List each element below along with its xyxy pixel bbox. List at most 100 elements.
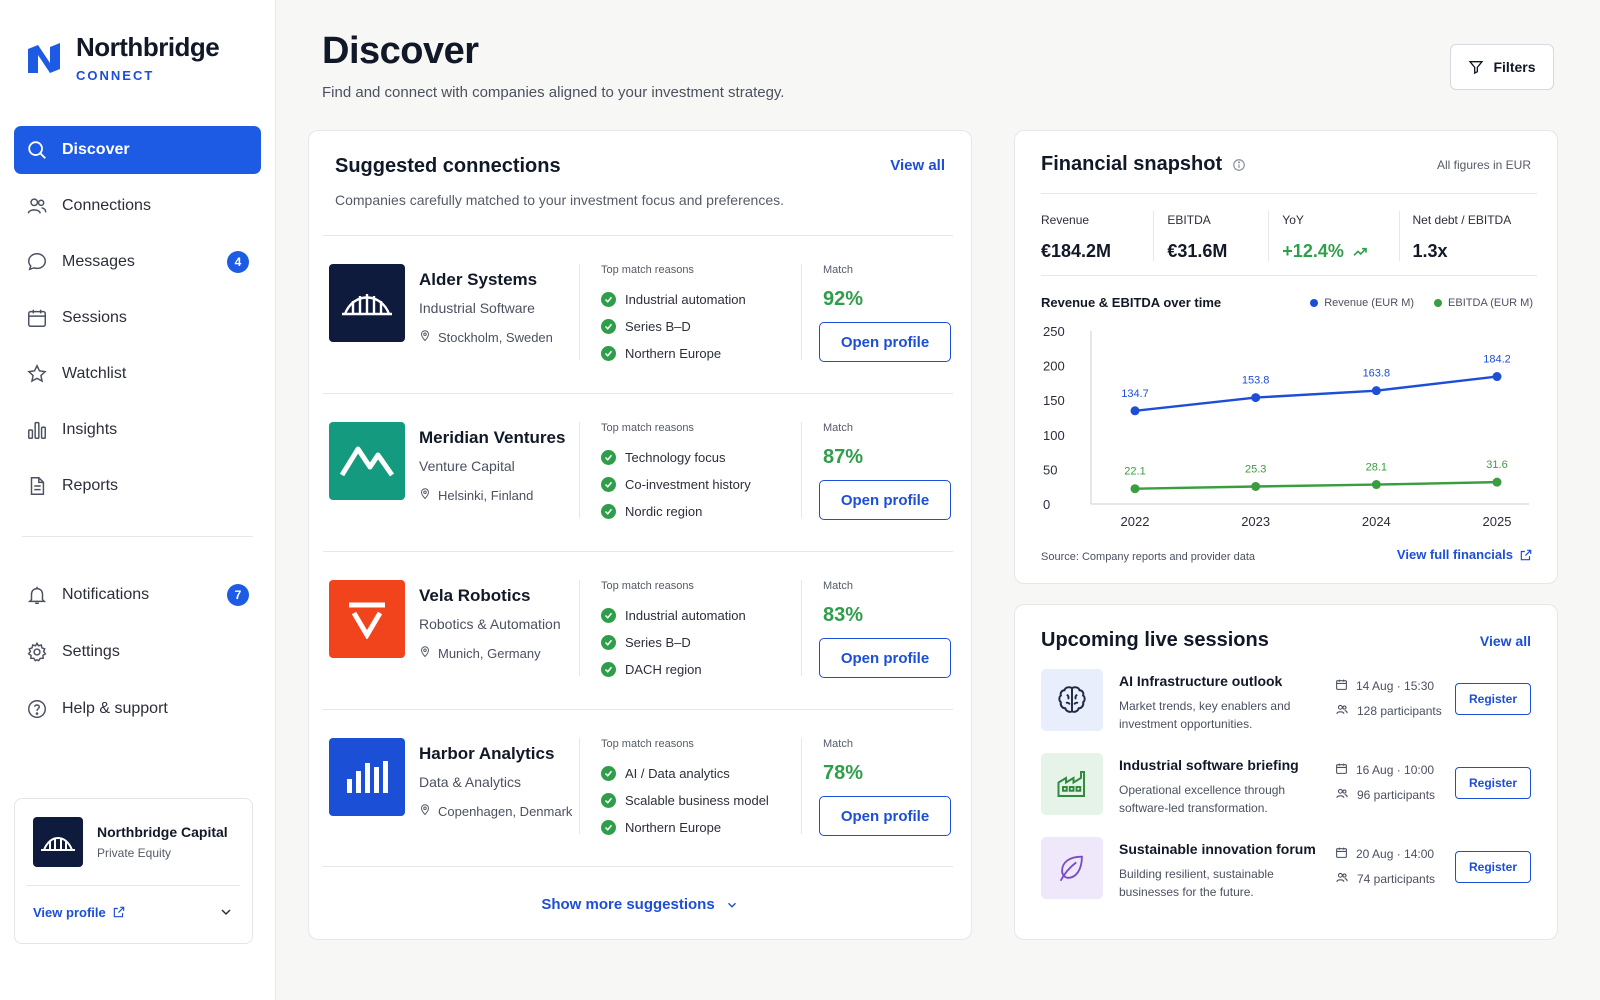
company-location: Munich, Germany [419,645,541,661]
nav-item-insights[interactable]: Insights [14,406,261,454]
match-label: Match [823,422,853,434]
match-reasons: Top match reasons Industrial automation Se… [601,264,746,367]
location-pin-icon [419,329,431,345]
suggested-connections-card: Suggested connections View all Companies… [308,130,972,940]
view-profile-link[interactable]: View profile [33,905,126,920]
register-button[interactable]: Register [1455,767,1531,799]
star-icon [26,363,48,385]
session-title[interactable]: AI Infrastructure outlook [1119,673,1282,689]
company-logo-icon [329,738,405,816]
suggested-subtitle: Companies carefully matched to your inve… [335,192,785,208]
reasons-label: Top match reasons [601,580,694,592]
show-more-suggestions-button[interactable]: Show more suggestions [309,896,971,913]
match-percent: 83% [823,604,864,626]
brain-icon [1041,669,1103,731]
view-full-financials-link[interactable]: View full financials [1397,547,1533,562]
open-profile-button[interactable]: Open profile [819,322,951,362]
org-name: Northbridge Capital [97,824,228,840]
company-name[interactable]: Alder Systems [419,270,537,290]
nav-item-settings[interactable]: Settings [14,628,261,676]
company-location: Stockholm, Sweden [419,329,553,345]
metric-label: Net debt / EBITDA [1412,213,1512,227]
data-point[interactable] [1251,393,1261,403]
data-point[interactable] [1251,481,1261,491]
company-name[interactable]: Meridian Ventures [419,428,565,448]
calendar-icon [1335,846,1348,862]
match-reason: Series B–D [601,313,746,340]
session-date: 20 Aug · 14:00 [1335,841,1435,866]
calendar-icon [1335,678,1348,694]
location-pin-icon [419,803,431,819]
metric-value: 1.3x [1412,241,1448,261]
session-description: Operational excellence through software-… [1119,783,1286,815]
open-profile-button[interactable]: Open profile [819,796,951,836]
data-point[interactable] [1130,406,1140,416]
company-industry: Industrial Software [419,300,535,316]
location-pin-icon [419,487,431,503]
reason-text: Series B–D [625,319,691,334]
notifications-count-badge: 7 [227,584,249,606]
nav-label: Insights [62,421,118,438]
divider [579,264,580,360]
financial-title: Financial snapshot [1041,153,1223,175]
reason-text: Technology focus [625,450,726,465]
nav-item-watchlist[interactable]: Watchlist [14,350,261,398]
match-label: Match [823,580,853,592]
nav-item-reports[interactable]: Reports [14,462,261,510]
session-title[interactable]: Industrial software briefing [1119,757,1299,773]
users-icon [1335,871,1349,887]
nav-label: Messages [62,253,135,270]
data-label: 163.8 [1363,368,1391,380]
y-tick-label: 100 [1043,428,1065,443]
nav-item-notifications[interactable]: Notifications 7 [14,571,261,619]
register-button[interactable]: Register [1455,851,1531,883]
chevron-down-icon[interactable] [218,904,234,920]
company-name[interactable]: Vela Robotics [419,586,530,606]
sessions-view-all-link[interactable]: View all [1480,633,1531,649]
data-label: 25.3 [1245,463,1266,475]
session-title[interactable]: Sustainable innovation forum [1119,841,1316,857]
calendar-icon [26,307,48,329]
nav-item-connections[interactable]: Connections [14,182,261,230]
data-point[interactable] [1492,372,1502,382]
brand[interactable]: Northbridge CONNECT [26,34,220,83]
check-circle-icon [601,820,616,835]
check-circle-icon [601,766,616,781]
open-profile-button[interactable]: Open profile [819,638,951,678]
data-point[interactable] [1130,484,1140,494]
source-note: Source: Company reports and provider dat… [1041,551,1256,563]
company-location: Helsinki, Finland [419,487,533,503]
data-label: 184.2 [1483,354,1511,366]
session-participants: 96 participants [1335,782,1435,807]
main-nav: Discover Connections Messages 4 Sessions… [14,126,261,742]
divider [579,580,580,676]
metric-label: Revenue [1041,213,1090,227]
org-type: Private Equity [97,846,172,860]
nav-label: Discover [62,141,130,158]
nav-item-messages[interactable]: Messages 4 [14,238,261,286]
upcoming-sessions-card: Upcoming live sessions View all AI Infra… [1014,604,1558,940]
nav-item-discover[interactable]: Discover [14,126,261,174]
register-button[interactable]: Register [1455,683,1531,715]
nav-label: Reports [62,477,119,494]
company-name[interactable]: Harbor Analytics [419,744,554,764]
data-point[interactable] [1371,480,1381,490]
external-link-icon [1520,549,1532,560]
nav-item-help[interactable]: Help & support [14,685,261,733]
open-profile-button[interactable]: Open profile [819,480,951,520]
message-icon [26,251,48,273]
participants-text: 128 participants [1357,703,1442,718]
filters-button[interactable]: Filters [1450,44,1554,90]
users-icon [1335,787,1349,803]
revenue-ebitda-line-chart: 0 50 100 150 200 250 2022 2023 2024 2025 134.7 153.… [1043,324,1529,529]
metric-label: YoY [1282,213,1304,227]
data-point[interactable] [1492,477,1502,487]
location-text: Munich, Germany [438,645,541,661]
legend-label: EBITDA (EUR M) [1448,297,1533,309]
data-label: 31.6 [1486,459,1507,471]
data-point[interactable] [1371,386,1381,396]
chart-title: Revenue & EBITDA over time [1041,295,1222,310]
info-icon[interactable] [1232,158,1246,172]
nav-item-sessions[interactable]: Sessions [14,294,261,342]
suggested-view-all-link[interactable]: View all [890,157,945,174]
